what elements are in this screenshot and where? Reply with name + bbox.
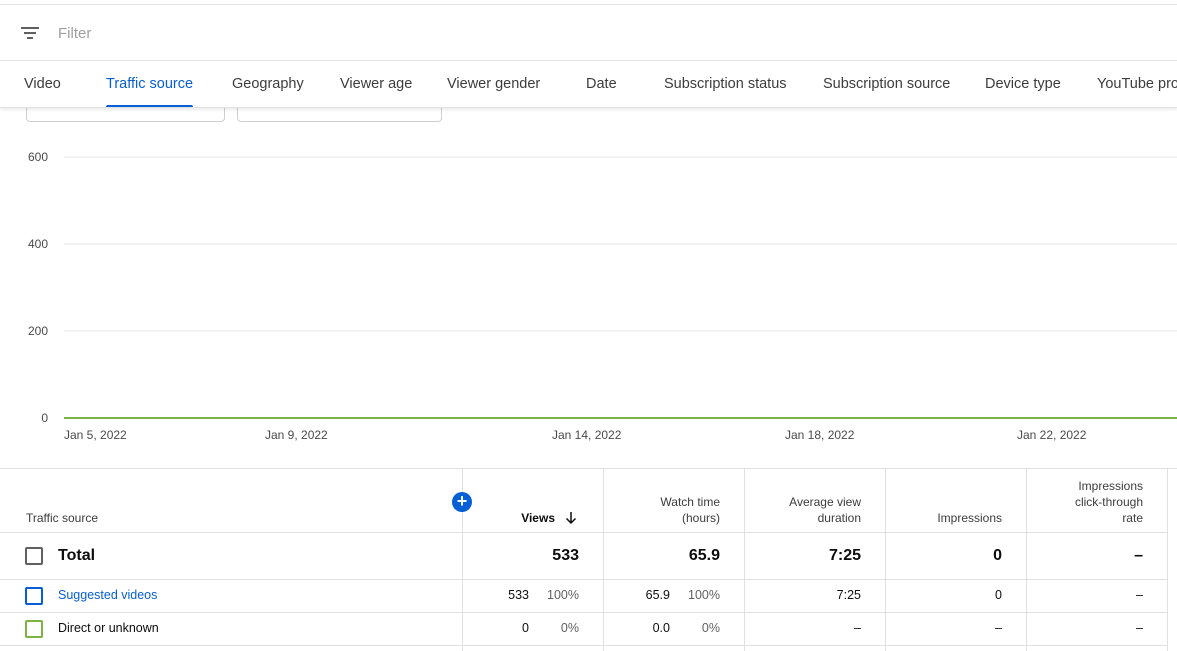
filter-bar	[0, 4, 1177, 61]
column-divider	[885, 469, 886, 651]
header-ctr[interactable]: Impressions click-through rate	[1033, 478, 1143, 526]
header-avd-line1: Average view	[789, 495, 861, 509]
y-tick-label: 200	[28, 324, 48, 338]
x-tick-label: Jan 9, 2022	[265, 428, 328, 442]
row-divider	[0, 532, 1168, 533]
tab-subscription-source[interactable]: Subscription source	[823, 61, 950, 107]
tab-device-type[interactable]: Device type	[985, 61, 1061, 107]
tab-date[interactable]: Date	[586, 61, 617, 107]
row-impressions: 0	[995, 588, 1002, 602]
y-tick-label: 600	[28, 150, 48, 164]
row-views-pct: 0%	[560, 621, 579, 635]
y-tick-label: 400	[28, 237, 48, 251]
header-watch-time[interactable]: Watch time (hours)	[610, 494, 720, 526]
tab-viewer-gender[interactable]: Viewer gender	[447, 61, 540, 107]
tab-geography[interactable]: Geography	[232, 61, 304, 107]
filter-icon[interactable]	[21, 26, 39, 40]
header-ctr-line3: rate	[1122, 511, 1143, 525]
total-avd: 7:25	[828, 547, 861, 564]
filter-input[interactable]	[58, 22, 458, 44]
row-watch-time: 0.0	[652, 621, 670, 635]
column-divider	[1026, 469, 1027, 651]
tab-bar: Video Traffic source Geography Viewer ag…	[0, 61, 1177, 108]
column-divider	[744, 469, 745, 651]
tab-traffic-source[interactable]: Traffic source	[106, 61, 194, 107]
row-watch-pct: 100%	[688, 588, 720, 602]
row-divider	[0, 612, 1168, 613]
row-label-direct-or-unknown[interactable]: Direct or unknown	[58, 621, 159, 635]
header-impressions[interactable]: Impressions	[892, 510, 1002, 526]
x-tick-label: Jan 14, 2022	[552, 428, 622, 442]
row-watch-time: 65.9	[645, 588, 670, 602]
row-views-pct: 100%	[547, 588, 579, 602]
total-checkbox[interactable]	[25, 547, 43, 565]
row-ctr: –	[1136, 621, 1143, 635]
total-watch-time: 65.9	[688, 547, 720, 564]
row-views: 533	[508, 588, 529, 602]
x-tick-label: Jan 18, 2022	[785, 428, 855, 442]
row-divider	[0, 579, 1168, 580]
row-views: 0	[522, 621, 529, 635]
tab-youtube-product[interactable]: YouTube product	[1097, 61, 1177, 107]
row-avd: –	[854, 621, 861, 635]
total-impressions: 0	[993, 547, 1002, 564]
x-tick-label: Jan 22, 2022	[1017, 428, 1087, 442]
tab-subscription-status[interactable]: Subscription status	[664, 61, 787, 107]
total-label: Total	[58, 547, 96, 564]
row-label-suggested-videos[interactable]: Suggested videos	[58, 588, 157, 602]
header-views[interactable]: Views	[480, 510, 555, 526]
column-divider	[1167, 469, 1168, 651]
y-tick-label: 0	[41, 411, 48, 425]
tab-viewer-age[interactable]: Viewer age	[340, 61, 412, 107]
tab-video[interactable]: Video	[24, 61, 61, 107]
row-ctr: –	[1136, 588, 1143, 602]
header-watch-time-line2: (hours)	[681, 511, 720, 525]
header-avd-line2: duration	[817, 511, 861, 525]
row-impressions: –	[995, 621, 1002, 635]
line-chart: 600 400 200 0 Jan 5, 2022 Jan 9, 2022 Jan 14, …	[0, 130, 1177, 450]
chart-svg: 600 400 200 0 Jan 5, 2022 Jan 9, 2022 Jan 14, …	[28, 150, 1177, 442]
total-ctr: –	[1134, 547, 1143, 564]
x-tick-label: Jan 5, 2022	[64, 428, 127, 442]
total-views: 533	[552, 547, 579, 564]
traffic-source-table: Traffic source + Views Watch time (hours…	[0, 468, 1177, 651]
header-ctr-line1: Impressions	[1078, 479, 1143, 493]
add-metric-button[interactable]: +	[452, 492, 472, 512]
row-watch-pct: 0%	[701, 621, 720, 635]
header-ctr-line2: click-through	[1074, 495, 1143, 509]
row-divider	[0, 645, 1168, 646]
row-checkbox-direct-or-unknown[interactable]	[25, 620, 43, 638]
header-watch-time-line1: Watch time	[660, 495, 720, 509]
header-traffic-source: Traffic source	[26, 511, 99, 525]
row-checkbox-suggested-videos[interactable]	[25, 587, 43, 605]
column-divider	[603, 469, 604, 651]
header-avg-view-duration[interactable]: Average view duration	[751, 494, 861, 526]
row-avd: 7:25	[836, 588, 861, 602]
sort-down-icon[interactable]	[564, 511, 578, 525]
